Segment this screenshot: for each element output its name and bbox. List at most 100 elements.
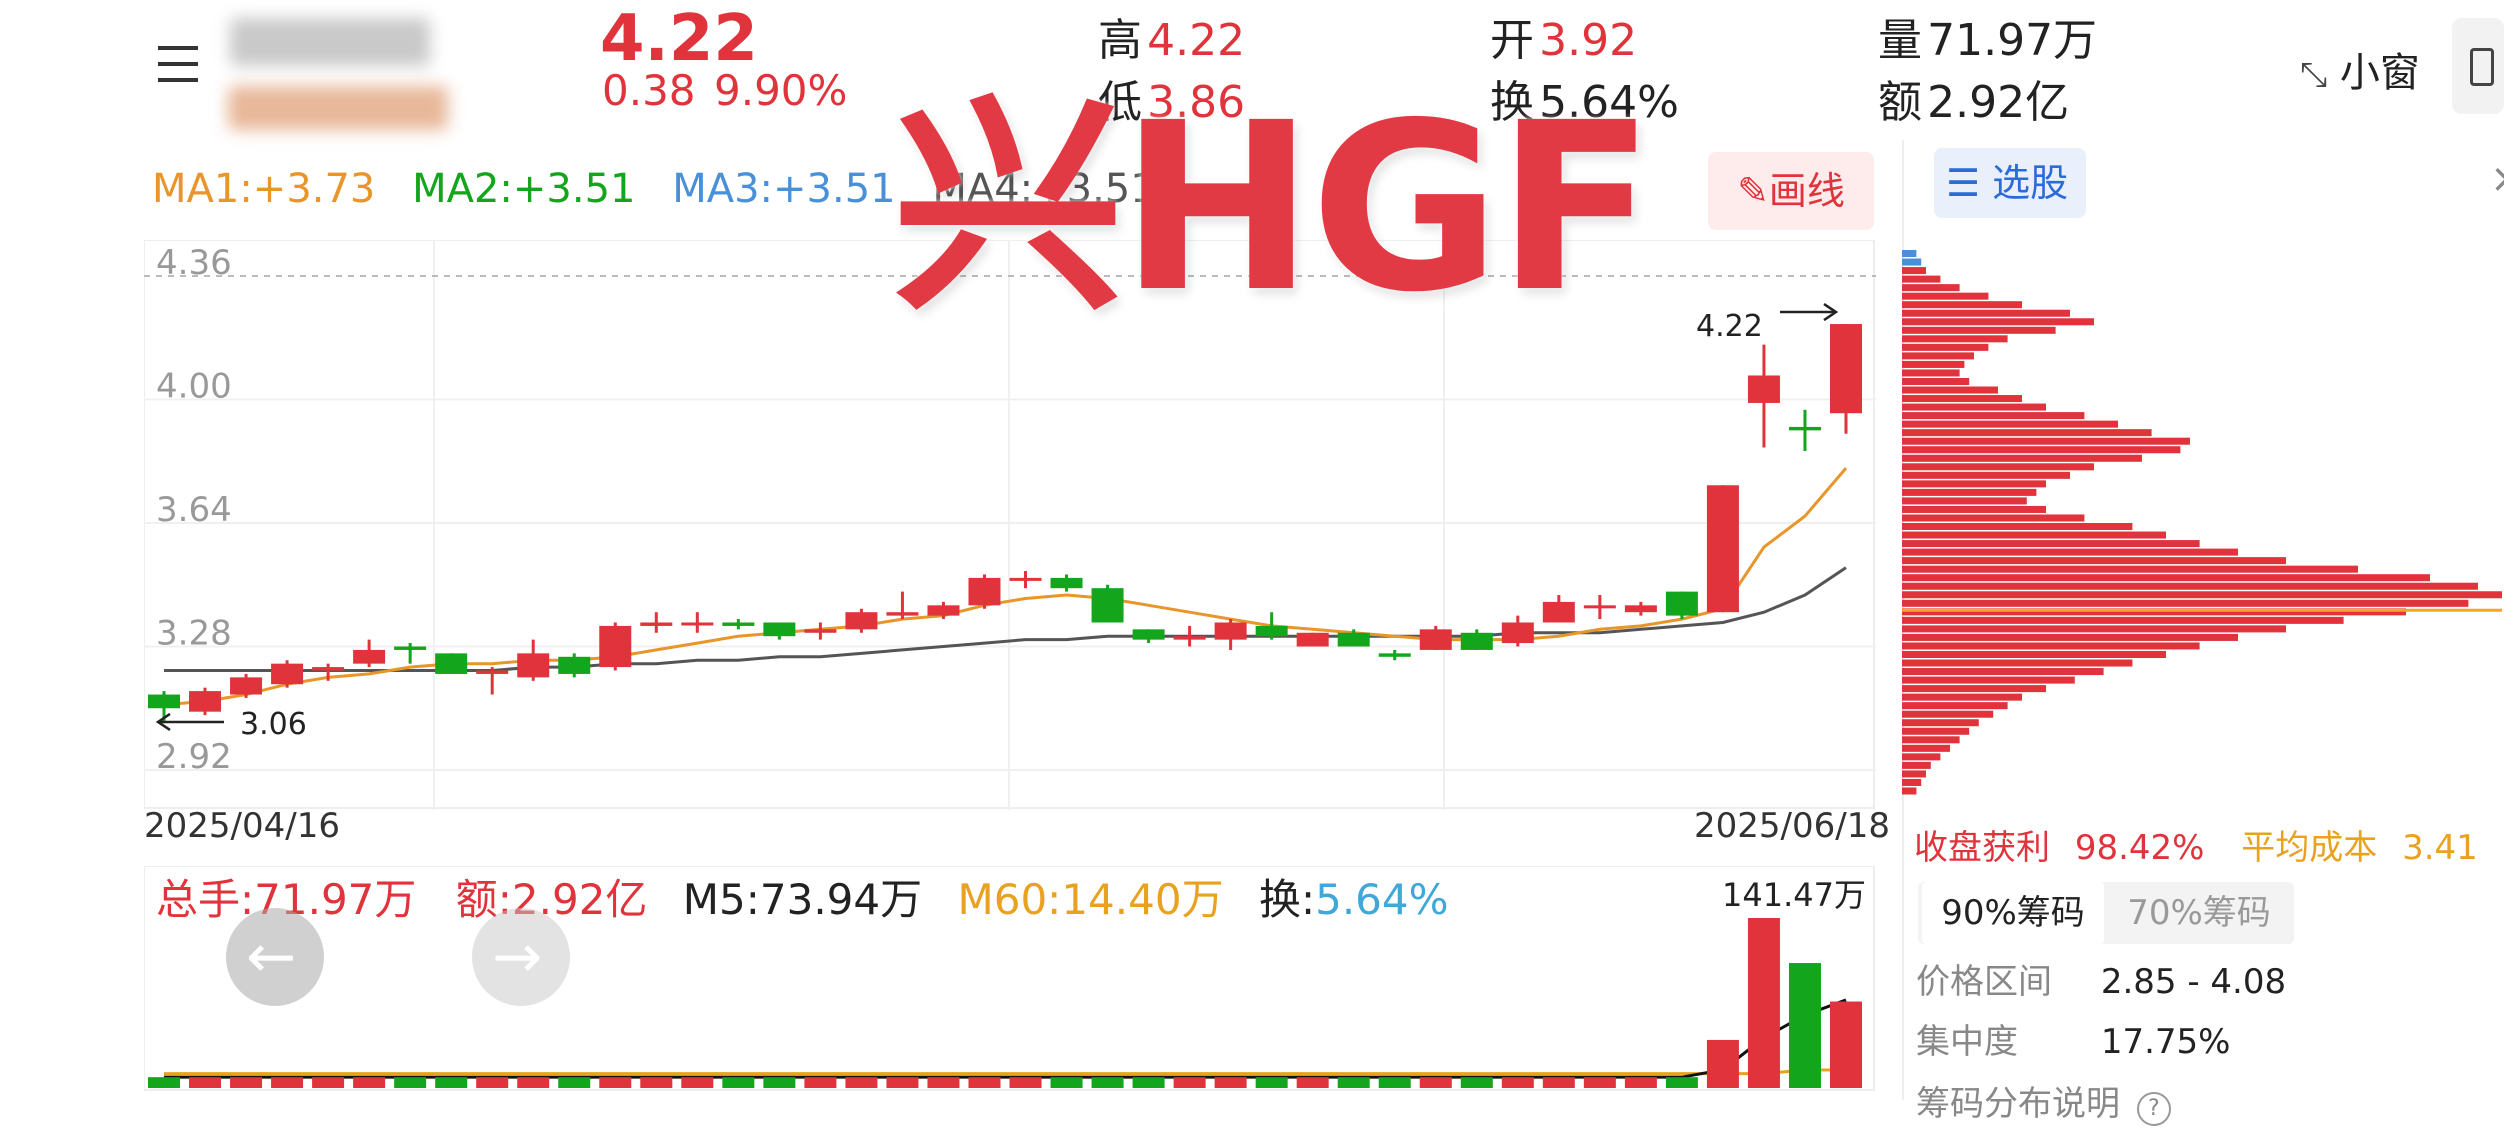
chip-bar [1902, 412, 2085, 420]
chip-bar [1902, 437, 2190, 445]
chip-bar [1902, 761, 1931, 769]
chip-bar [1902, 369, 1960, 377]
chip-bar [1902, 360, 1965, 368]
volume-bar [1788, 963, 1821, 1088]
chip-description-link[interactable]: 筹码分布说明 ? [1916, 1076, 2171, 1126]
volume-bar [599, 1077, 632, 1088]
phone-icon[interactable] [2452, 18, 2504, 114]
candle-body [1337, 632, 1370, 647]
candle-body [1132, 629, 1165, 640]
chip-bar [1902, 633, 2238, 641]
volume-bar [640, 1077, 673, 1088]
candle-body [353, 649, 386, 664]
candle-body [1214, 622, 1247, 640]
volume-bar [968, 1077, 1001, 1088]
chip-bar [1902, 463, 2094, 471]
high-label: 高 [1098, 15, 1142, 66]
stock-name-blurred [230, 18, 430, 66]
current-price: 4.22 [600, 2, 758, 76]
draw-line-button[interactable]: ✎画线 [1708, 152, 1874, 230]
volume-bar [353, 1077, 386, 1088]
volume-bar [271, 1077, 304, 1088]
chip-bar [1902, 454, 2142, 462]
candle-body [189, 691, 222, 712]
next-button[interactable]: → [472, 908, 570, 1006]
volume-bar [1583, 1077, 1616, 1088]
y-tick-label: 3.64 [156, 490, 232, 530]
candle-body [1542, 601, 1575, 623]
chip-tabs: 90%筹码 70%筹码 [1918, 882, 2294, 944]
concentration-label: 集中度 [1916, 1022, 2018, 1062]
candle-body [1091, 588, 1124, 623]
tab-70-chips[interactable]: 70%筹码 [2108, 882, 2290, 944]
volume-bar [1214, 1077, 1247, 1088]
stock-picker-label: 选股 [1992, 161, 2069, 205]
volume-bar [1255, 1077, 1288, 1088]
chip-bar [1902, 642, 2200, 650]
volume-stat: 量 71.97万 [1878, 4, 2097, 68]
chip-bar [1902, 301, 2022, 309]
prev-button[interactable]: ← [226, 908, 324, 1006]
price-change-pct: 9.90% [714, 66, 848, 115]
volume-bar [148, 1077, 180, 1088]
small-window-label: 小窗 [2339, 50, 2420, 96]
open-value: 3.92 [1539, 15, 1638, 66]
candle-body [558, 656, 591, 674]
volume-bar [476, 1077, 509, 1088]
volume-bar [517, 1077, 550, 1088]
chip-bar [1902, 616, 2344, 624]
candle-body [312, 667, 345, 671]
volume-chart[interactable]: 141.47万 [144, 866, 1876, 1092]
chip-bar [1902, 668, 2104, 676]
volume-bar [1091, 1077, 1124, 1088]
chip-bar [1902, 386, 1998, 394]
close-icon[interactable]: × [2490, 156, 2504, 202]
chip-bar [1902, 284, 1960, 292]
volume-bar [1665, 1077, 1698, 1088]
volume-bar [189, 1077, 222, 1088]
volume-bar [1132, 1077, 1165, 1088]
profit-value: 98.42% [2074, 828, 2205, 868]
chip-bar [1902, 267, 1926, 275]
volume-bar [1501, 1077, 1534, 1088]
chip-bar [1902, 292, 1989, 300]
candle-body [1665, 591, 1698, 616]
chip-bar [1902, 591, 2502, 599]
candle-body [1296, 632, 1329, 647]
stock-picker-button[interactable]: ☰ 选股 [1934, 148, 2086, 218]
price-range-value: 2.85 - 4.08 [2100, 962, 2287, 1002]
volume-bar [1706, 1039, 1739, 1088]
candle-body [927, 605, 960, 616]
candle-body [1009, 577, 1042, 581]
chip-profit: 收盘获利 98.42% 平均成本 3.41 [1914, 820, 2478, 869]
candle-body [886, 612, 919, 616]
volume-bar [681, 1077, 714, 1088]
chip-bar [1902, 710, 1994, 718]
chip-description-label: 筹码分布说明 [1916, 1084, 2120, 1124]
chip-bar [1902, 471, 2070, 479]
volume-bar [1009, 1077, 1042, 1088]
chip-bar [1902, 523, 2133, 531]
watermark-text: 兴HGF [892, 73, 1655, 343]
list-icon: ☰ [1946, 161, 1981, 205]
tab-90-chips[interactable]: 90%筹码 [1922, 882, 2104, 944]
volume-bar [1337, 1077, 1370, 1088]
small-window-button[interactable]: ⤡ 小窗 [2300, 40, 2420, 98]
chip-bar [1902, 557, 2286, 565]
chip-bar [1902, 625, 2286, 633]
chip-bar [1902, 659, 2133, 667]
volume-bar [230, 1077, 263, 1088]
chip-bar [1902, 778, 1922, 786]
chip-bar [1902, 403, 2046, 411]
candle-body [804, 629, 837, 633]
chip-bar [1902, 531, 2166, 539]
menu-icon[interactable] [158, 46, 198, 82]
question-icon: ? [2136, 1092, 2171, 1126]
candle-body [1460, 632, 1493, 650]
ma2-line [164, 566, 1847, 672]
volume-value: 71.97万 [1927, 15, 2098, 66]
open-stat: 开 3.92 [1490, 4, 1637, 68]
avg-cost-value: 3.41 [2402, 828, 2478, 868]
pencil-icon: ✎ [1737, 169, 1769, 213]
candle-body [1378, 653, 1411, 657]
